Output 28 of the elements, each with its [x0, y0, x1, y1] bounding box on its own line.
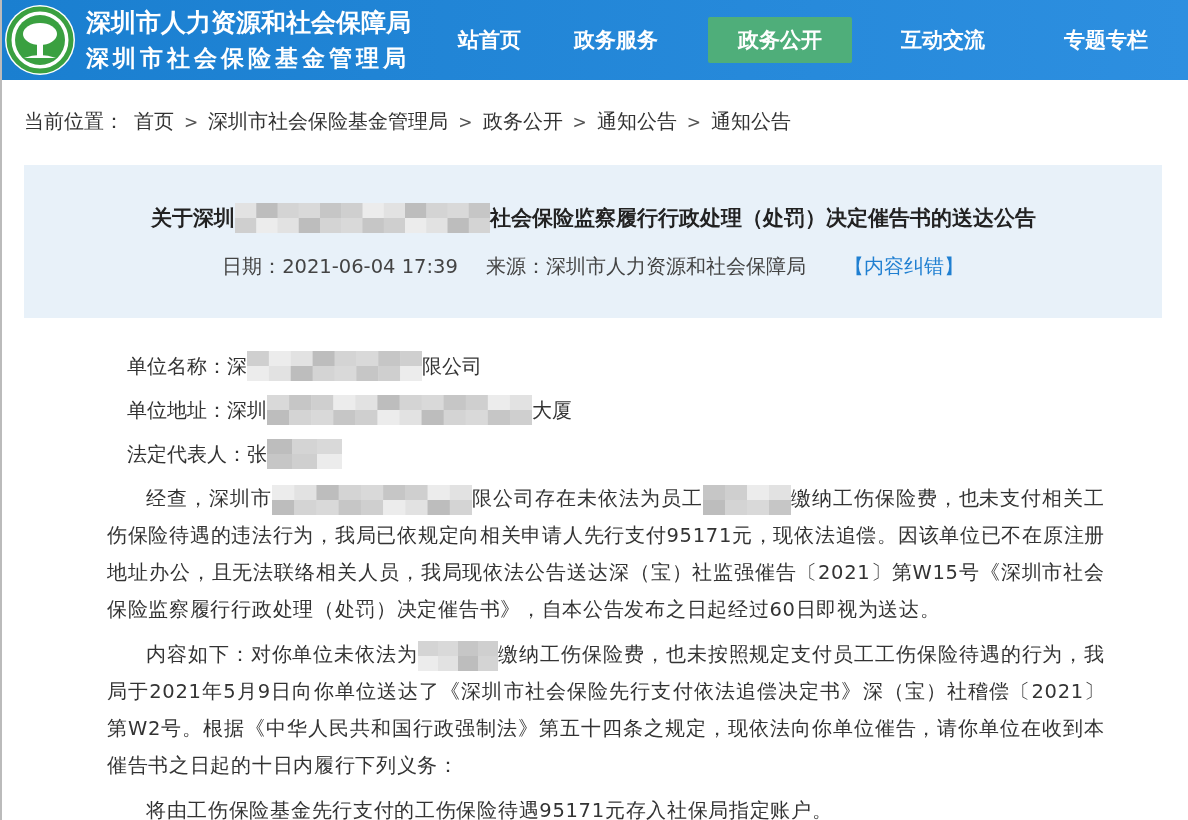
breadcrumb-link[interactable]: 首页 [134, 108, 174, 135]
breadcrumb-link[interactable]: 通知公告 [596, 108, 677, 135]
breadcrumb-label: 当前位置： [24, 108, 124, 135]
body-paragraph: 经查，深圳市 限公司存在未依法为员工 缴纳工伤保险费，也未支付相关工伤保险待遇的违法行为，我局已依规定向相关申请人先行支付95171元，现依法追偿。因该单位已不在原注册地址办公，且无法联络相关人员，我局现依法公告送达深（宝）社监强催告〔2021〕第W15号《深圳市社会保险监察履行行政处理（处罚）决定催告书》，自本公告发布之日起经过60日即视为送达。 [107, 480, 1105, 628]
notice-source: 来源：深圳市人力资源和社会保障局 [485, 254, 806, 280]
body-paragraph: 将由工伤保险基金先行支付的工伤保险待遇95171元存入社保局指定账户。 [145, 798, 834, 820]
nav-tab[interactable]: 政务服务 [544, 17, 689, 63]
info-field: 单位名称：深 限公司 [127, 348, 1105, 384]
tree-logo-icon [4, 4, 76, 76]
nav-tab[interactable]: 政务公开 [707, 17, 852, 63]
info-field: 单位地址：深圳 大厦 [127, 392, 1105, 428]
breadcrumb-link[interactable]: 深圳市社会保险基金管理局 [208, 108, 449, 135]
nav-tab[interactable]: 互动交流 [870, 17, 1015, 63]
breadcrumb-link[interactable]: 通知公告 [711, 108, 791, 135]
nav-tab[interactable]: 站首页 [454, 17, 525, 63]
nav-tab[interactable]: 专题专栏 [1034, 17, 1178, 63]
breadcrumb-separator: > [572, 111, 587, 132]
site-title: 深圳市人力资源和社会保障局 [86, 7, 411, 39]
breadcrumb-separator: > [458, 111, 473, 132]
site-subtitle: 深圳市社会保险基金管理局 [86, 43, 411, 73]
breadcrumb-separator: > [184, 111, 199, 132]
notice-date: 日期：2021-06-04 17:39 [222, 254, 458, 280]
info-field: 法定代表人：张 [127, 436, 1105, 472]
breadcrumb-link[interactable]: 政务公开 [482, 108, 563, 135]
correction-link[interactable]: 【内容纠错】 [843, 253, 964, 280]
body-paragraph: 内容如下：对你单位未依法为 缴纳工伤保险费，也未按照规定支付员工工伤保险待遇的行为，我局于2021年5月9日向你单位送达了《深圳市社会保险先行支付依法追偿决定书》深（宝）社稽偿〔2021〕第W2号。根据《中华人民共和国行政强制法》第五十四条之规定，现依法向你单位催告，请你单位在收到本催告书之日起的十日内履行下列义务： [107, 636, 1105, 784]
notice-title: 关于深圳 社会保险监察履行行政处理（处罚）决定催告书的送达公告 [150, 203, 1036, 233]
breadcrumb-separator: > [686, 111, 701, 132]
